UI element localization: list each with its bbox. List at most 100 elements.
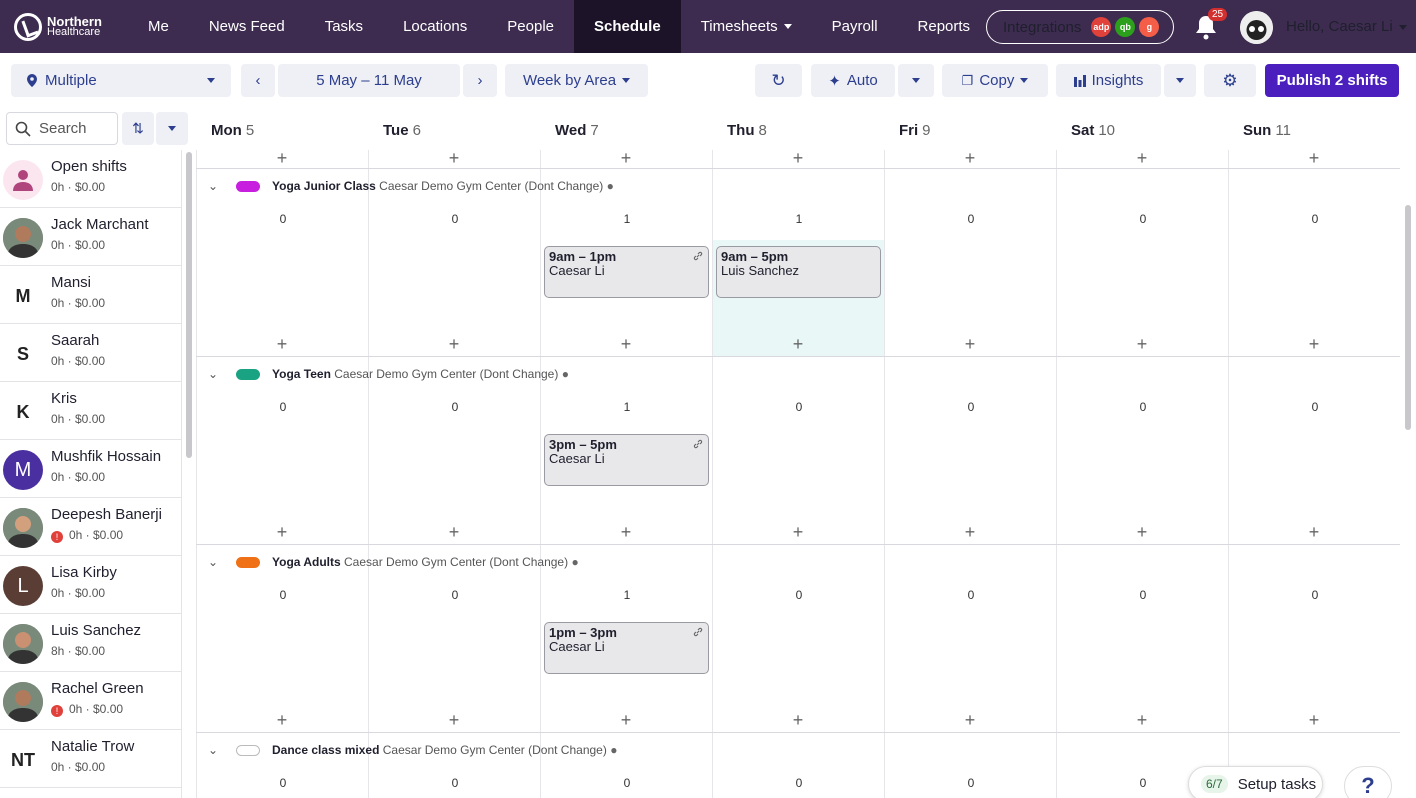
publish-button[interactable]: Publish 2 shifts (1265, 64, 1399, 97)
help-button[interactable]: ? (1344, 766, 1392, 798)
person-row[interactable]: Jack Marchant 0h · $0.00 (0, 208, 181, 266)
add-shift-button[interactable]: + (1308, 523, 1320, 541)
brand-logo[interactable]: Northern Healthcare (0, 12, 130, 41)
nav-item-schedule[interactable]: Schedule (574, 0, 681, 53)
location-select[interactable]: Multiple (11, 64, 231, 97)
auto-button[interactable]: ✦ Auto (811, 64, 895, 97)
add-shift-button[interactable]: + (1308, 711, 1320, 729)
person-row[interactable]: Luis Sanchez 8h · $0.00 (0, 614, 181, 672)
person-row[interactable]: S Saarah 0h · $0.00 (0, 324, 181, 382)
day-header-mon[interactable]: Mon 5 (211, 110, 254, 150)
filter-dropdown-button[interactable] (156, 112, 188, 145)
sidebar-header: Search ⇅ (0, 110, 196, 150)
person-name: Lisa Kirby (51, 564, 117, 581)
shift-person: Caesar Li (549, 451, 605, 466)
sort-button[interactable]: ⇅ (122, 112, 154, 145)
shift-card[interactable]: 9am – 1pm Caesar Li (544, 246, 709, 298)
shift-card[interactable]: 3pm – 5pm Caesar Li (544, 434, 709, 486)
add-shift-button[interactable]: + (1136, 711, 1148, 729)
day-header-thu[interactable]: Thu 8 (727, 110, 767, 150)
help-icon: ? (1361, 773, 1375, 798)
nav-item-timesheets[interactable]: Timesheets (681, 0, 812, 53)
nav-item-locations[interactable]: Locations (383, 0, 487, 53)
day-header-wed[interactable]: Wed 7 (555, 110, 599, 150)
add-shift-button[interactable]: + (1136, 523, 1148, 541)
person-row[interactable]: M Mansi 0h · $0.00 (0, 266, 181, 324)
grid-left-border (196, 150, 197, 798)
add-shift-button[interactable]: + (792, 711, 804, 729)
person-row[interactable]: Rachel Green! 0h · $0.00 (0, 672, 181, 730)
nav-item-reports[interactable]: Reports (898, 0, 991, 53)
nav-item-news-feed[interactable]: News Feed (189, 0, 305, 53)
area-header[interactable]: ⌄ Dance class mixed Caesar Demo Gym Cente… (196, 736, 1400, 764)
add-shift-button[interactable]: + (620, 523, 632, 541)
user-menu[interactable]: Hello, Caesar Li (1286, 18, 1407, 35)
view-select[interactable]: Week by Area (505, 64, 648, 97)
person-row[interactable]: NT Natalie Trow 0h · $0.00 (0, 730, 181, 788)
auto-dropdown-button[interactable] (898, 64, 934, 97)
warning-icon: ! (51, 705, 63, 717)
chevron-down-icon[interactable]: ⌄ (208, 555, 218, 569)
add-shift-button[interactable]: + (1136, 335, 1148, 353)
add-shift-button[interactable]: + (448, 711, 460, 729)
chevron-down-icon[interactable]: ⌄ (208, 179, 218, 193)
day-header-sun[interactable]: Sun 11 (1243, 110, 1291, 150)
area-header[interactable]: ⌄ Yoga Teen Caesar Demo Gym Center (Dont … (196, 360, 1400, 388)
add-shift-button[interactable]: + (792, 335, 804, 353)
grid-scrollbar[interactable] (1405, 205, 1411, 430)
settings-button[interactable]: ⚙ (1204, 64, 1256, 97)
insights-button[interactable]: Insights (1056, 64, 1161, 97)
prev-week-button[interactable]: ‹ (241, 64, 275, 97)
person-row[interactable]: Open shifts 0h · $0.00 (0, 150, 181, 208)
day-header-fri[interactable]: Fri 9 (899, 110, 931, 150)
add-shift-button[interactable]: + (1308, 150, 1320, 167)
add-shift-button[interactable]: + (964, 150, 976, 167)
nav-item-people[interactable]: People (487, 0, 574, 53)
person-hours: 0h · $0.00 (51, 238, 105, 252)
person-row[interactable]: Deepesh Banerji! 0h · $0.00 (0, 498, 181, 556)
add-shift-button[interactable]: + (792, 523, 804, 541)
person-row[interactable]: K Kris 0h · $0.00 (0, 382, 181, 440)
person-row[interactable]: M Mushfik Hossain 0h · $0.00 (0, 440, 181, 498)
add-shift-button[interactable]: + (276, 711, 288, 729)
day-header-sat[interactable]: Sat 10 (1071, 110, 1115, 150)
sidebar-scrollbar[interactable] (186, 152, 192, 458)
add-shift-button[interactable]: + (448, 335, 460, 353)
area-header[interactable]: ⌄ Yoga Adults Caesar Demo Gym Center (Don… (196, 548, 1400, 576)
avatar: L (3, 566, 43, 606)
add-shift-button[interactable]: + (620, 150, 632, 167)
add-shift-button[interactable]: + (276, 150, 288, 167)
area-header[interactable]: ⌄ Yoga Junior Class Caesar Demo Gym Cente… (196, 172, 1400, 200)
user-avatar[interactable] (1240, 11, 1273, 44)
person-row[interactable]: L Lisa Kirby 0h · $0.00 (0, 556, 181, 614)
shift-card[interactable]: 9am – 5pm Luis Sanchez (716, 246, 881, 298)
date-range-button[interactable]: 5 May – 11 May (278, 64, 460, 97)
next-week-button[interactable]: › (463, 64, 497, 97)
chevron-down-icon[interactable]: ⌄ (208, 743, 218, 757)
add-shift-button[interactable]: + (620, 711, 632, 729)
nav-item-payroll[interactable]: Payroll (812, 0, 898, 53)
warning-icon: ! (51, 531, 63, 543)
chevron-down-icon[interactable]: ⌄ (208, 367, 218, 381)
refresh-button[interactable]: ↻ (755, 64, 802, 97)
insights-dropdown-button[interactable] (1164, 64, 1196, 97)
nav-item-tasks[interactable]: Tasks (305, 0, 383, 53)
add-shift-button[interactable]: + (964, 711, 976, 729)
day-header-tue[interactable]: Tue 6 (383, 110, 421, 150)
copy-button[interactable]: ❐ Copy (942, 64, 1048, 97)
add-shift-button[interactable]: + (620, 335, 632, 353)
integrations-button[interactable]: Integrations adp qb g (986, 10, 1174, 44)
add-shift-button[interactable]: + (964, 523, 976, 541)
nav-item-me[interactable]: Me (128, 0, 189, 53)
add-shift-button[interactable]: + (276, 335, 288, 353)
add-shift-button[interactable]: + (792, 150, 804, 167)
add-shift-button[interactable]: + (448, 150, 460, 167)
shift-card[interactable]: 1pm – 3pm Caesar Li (544, 622, 709, 674)
add-shift-button[interactable]: + (1308, 335, 1320, 353)
add-shift-button[interactable]: + (448, 523, 460, 541)
setup-tasks-button[interactable]: 6/7 Setup tasks (1188, 766, 1323, 798)
add-shift-button[interactable]: + (276, 523, 288, 541)
add-shift-button[interactable]: + (1136, 150, 1148, 167)
add-shift-button[interactable]: + (964, 335, 976, 353)
search-input[interactable]: Search (6, 112, 118, 145)
